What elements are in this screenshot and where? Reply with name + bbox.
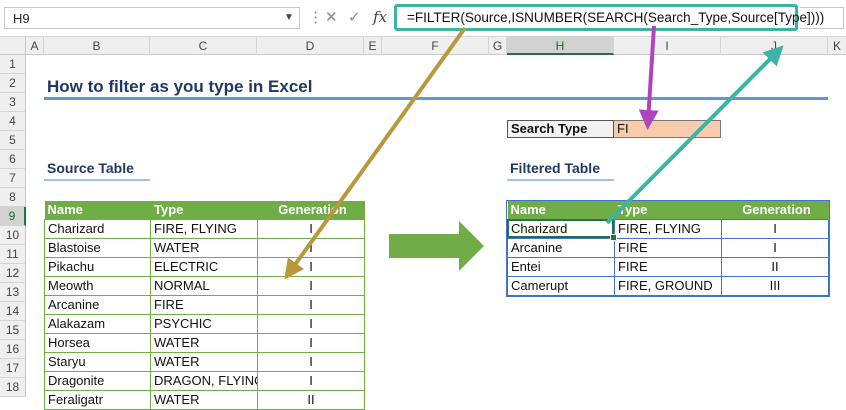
annotation-overlay bbox=[284, 25, 784, 280]
filtered-arrow bbox=[605, 45, 784, 225]
search-arrow bbox=[638, 25, 659, 130]
big-right-arrow bbox=[389, 221, 484, 271]
